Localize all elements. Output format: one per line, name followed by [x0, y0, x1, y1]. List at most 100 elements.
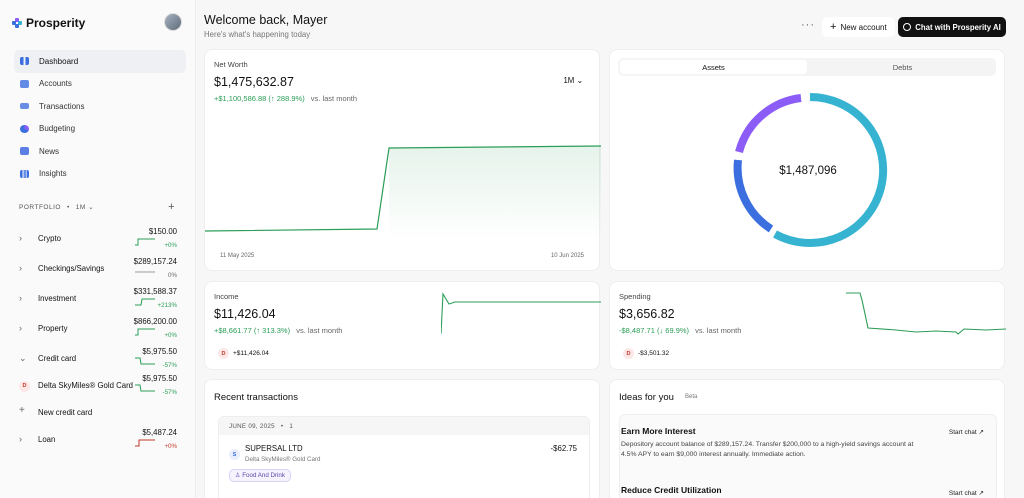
plus-icon: + — [830, 21, 837, 33]
assets-total: $1,487,096 — [779, 165, 837, 177]
chat-bubble-icon — [903, 23, 912, 31]
idea-item: Reduce Credit Utilization Start chat ↗ — [621, 485, 994, 497]
nav-label: Insights — [39, 169, 67, 179]
chat-ai-button[interactable]: Chat with Prosperity AI — [898, 17, 1006, 37]
account-amount: $5,975.50 — [142, 374, 177, 383]
tab-debts[interactable]: Debts — [809, 58, 996, 76]
account-row-delta-skymiles[interactable]: D Delta SkyMiles® Gold Card $5,975.50 -5… — [19, 374, 179, 400]
account-delta: -57% — [162, 362, 177, 369]
net-worth-card: Net Worth $1,475,632.87 +$1,100,586.88 (… — [204, 49, 601, 271]
portfolio-period-select[interactable]: 1M ⌄ — [76, 203, 94, 211]
account-amount: $866,200.00 — [133, 317, 177, 326]
portfolio-header: PORTFOLIO • 1M ⌄ + — [19, 201, 175, 213]
nav-label: News — [39, 146, 60, 156]
account-delta: -57% — [162, 389, 177, 396]
delta-badge: D — [218, 348, 229, 359]
more-options-button[interactable]: ··· — [801, 19, 815, 31]
chevron-right-icon: › — [19, 434, 22, 444]
app-name: Prosperity — [26, 16, 86, 30]
new-credit-card-button[interactable]: + New credit card — [19, 401, 179, 427]
plus-icon: + — [19, 405, 25, 416]
account-name: Checkings/Savings — [38, 264, 105, 273]
nav-item-budgeting[interactable]: Budgeting — [14, 118, 186, 141]
spending-source: D -$3,501.32 — [623, 348, 669, 359]
period-select[interactable]: 1M ⌄ — [563, 76, 583, 85]
sparkline — [135, 384, 155, 392]
ideas-title: Ideas for you — [619, 392, 674, 403]
income-value: $11,426.04 — [214, 307, 276, 321]
transaction-count: 1 — [289, 422, 294, 430]
nav-item-transactions[interactable]: Transactions — [14, 95, 186, 118]
chat-ai-label: Chat with Prosperity AI — [915, 22, 1001, 32]
recent-transactions-card: Recent transactions JUNE 09, 2025 • 1 S … — [204, 379, 600, 498]
start-chat-button[interactable]: Start chat ↗ — [949, 428, 984, 436]
external-link-icon: ↗ — [978, 429, 984, 436]
nav-item-dashboard[interactable]: Dashboard — [14, 50, 186, 73]
account-row-crypto[interactable]: › Crypto $150.00 +0% — [19, 227, 179, 253]
delta-badge: D — [19, 379, 30, 392]
start-chat-button[interactable]: Start chat ↗ — [949, 489, 984, 497]
main-nav: Dashboard Accounts Transactions Budgetin… — [14, 50, 186, 185]
chevron-right-icon: › — [19, 263, 22, 273]
sparkline — [135, 298, 155, 306]
idea-description: Depository account balance of $289,157.2… — [621, 441, 914, 458]
account-amount: $5,487.24 — [142, 428, 177, 437]
transaction-date-header: JUNE 09, 2025 • 1 — [219, 417, 589, 435]
account-delta: +0% — [164, 332, 177, 339]
account-amount: $150.00 — [148, 227, 177, 236]
nav-item-insights[interactable]: Insights — [14, 163, 186, 186]
category-tag[interactable]: ♙ Food And Drink — [229, 469, 291, 482]
recent-title: Recent transactions — [214, 392, 298, 403]
transaction-amount: -$62.75 — [550, 444, 577, 453]
account-row-investment[interactable]: › Investment $331,588.37 +213% — [19, 287, 179, 313]
account-row-property[interactable]: › Property $866,200.00 +0% — [19, 317, 179, 343]
account-name: New credit card — [38, 408, 93, 417]
chart-end-date: 10 Jun 2025 — [550, 253, 584, 259]
table-row[interactable]: S SUPERSAL LTD Delta SkyMiles® Gold Card… — [219, 435, 589, 495]
account-amount: $5,975.50 — [142, 347, 177, 356]
net-worth-label: Net Worth — [214, 60, 248, 69]
account-name: Property — [38, 324, 68, 333]
new-account-button[interactable]: + New account — [822, 17, 895, 37]
account-name: Credit card — [38, 354, 77, 363]
account-amount: $289,157.24 — [133, 257, 177, 266]
income-chart — [441, 292, 601, 335]
layers-icon — [20, 79, 29, 88]
net-worth-change: +$1,100,586.88 (↑ 288.9%) vs. last month — [214, 94, 358, 103]
income-change: +$8,661.77 (↑ 313.3%) vs. last month — [214, 326, 343, 335]
sparkline — [135, 439, 155, 447]
nav-item-accounts[interactable]: Accounts — [14, 73, 186, 96]
spending-change: -$8,487.71 (↓ 69.9%) vs. last month — [619, 326, 742, 335]
avatar[interactable] — [164, 13, 182, 31]
income-source-value: +$11,426.04 — [233, 350, 269, 357]
idea-title: Earn More Interest — [621, 426, 696, 436]
nav-label: Dashboard — [39, 56, 79, 66]
delta-badge: D — [623, 348, 634, 359]
add-account-icon[interactable]: + — [168, 201, 175, 213]
income-label: Income — [214, 292, 239, 301]
idea-item: Earn More Interest Depository account ba… — [621, 426, 994, 460]
spending-chart — [846, 292, 1006, 335]
chevron-right-icon: › — [19, 293, 22, 303]
new-account-label: New account — [840, 22, 887, 32]
account-row-loan[interactable]: › Loan $5,487.24 +0% — [19, 428, 179, 454]
sparkline — [135, 238, 155, 246]
transaction-date: JUNE 09, 2025 — [229, 422, 275, 430]
sparkline — [135, 271, 155, 273]
account-row-credit-card[interactable]: ⌄ Credit card $5,975.50 -57% — [19, 347, 179, 373]
portfolio-label: PORTFOLIO — [19, 203, 61, 211]
nav-item-news[interactable]: News — [14, 140, 186, 163]
net-worth-value: $1,475,632.87 — [214, 75, 294, 89]
account-row-checkings[interactable]: › Checkings/Savings $289,157.24 0% — [19, 257, 179, 283]
app-logo[interactable]: Prosperity — [12, 16, 85, 30]
tab-assets[interactable]: Assets — [620, 60, 807, 74]
account-name: Crypto — [38, 234, 61, 243]
merchant-badge: S — [229, 449, 240, 460]
account-delta: +0% — [164, 242, 177, 249]
pie-icon — [20, 124, 29, 133]
sparkline — [135, 357, 155, 365]
merchant-name: SUPERSAL LTD — [245, 444, 303, 453]
nav-label: Accounts — [39, 79, 72, 89]
page-title: Welcome back, Mayer — [204, 13, 328, 27]
transactions-group: JUNE 09, 2025 • 1 S SUPERSAL LTD Delta S… — [218, 416, 590, 498]
